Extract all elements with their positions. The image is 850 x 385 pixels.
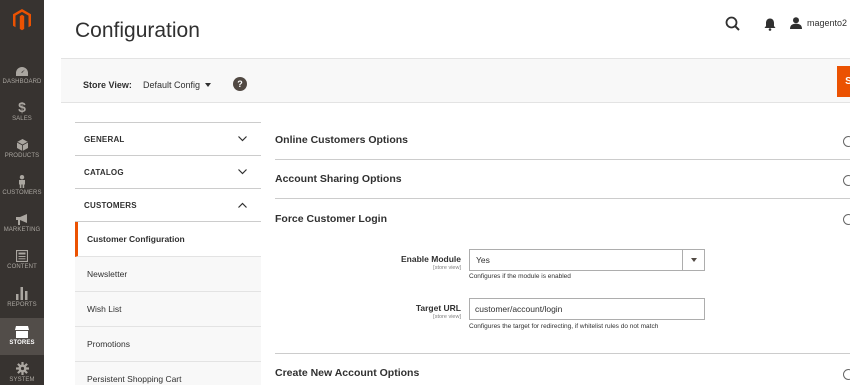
dollar-icon: $ bbox=[18, 99, 26, 115]
bell-icon bbox=[764, 18, 776, 31]
nav-customers[interactable]: CUSTOMERS bbox=[0, 168, 44, 205]
tab-item-persistent-shopping-cart[interactable]: Persistent Shopping Cart bbox=[75, 362, 261, 385]
magento-logo[interactable] bbox=[0, 0, 44, 40]
username: magento2 bbox=[807, 18, 848, 28]
user-icon bbox=[790, 17, 802, 29]
store-view-label: Store View: bbox=[83, 80, 132, 90]
enable-module-select[interactable]: Yes bbox=[469, 249, 705, 271]
nav-stores[interactable]: STORES bbox=[0, 318, 44, 355]
target-url-label: Target URL bbox=[415, 303, 461, 313]
magento-logo-icon bbox=[13, 9, 31, 31]
gear-icon bbox=[15, 357, 29, 375]
save-config-button[interactable]: Save Config bbox=[837, 66, 850, 97]
enable-module-scope: [store view] bbox=[433, 265, 461, 271]
person-icon bbox=[18, 170, 26, 188]
collapse-toggle-icon bbox=[843, 175, 850, 186]
enable-module-label: Enable Module bbox=[401, 254, 461, 264]
store-view-bar: Store View: Default Config ? Save Config bbox=[61, 58, 850, 103]
tab-customers[interactable]: CUSTOMERS bbox=[75, 188, 261, 222]
target-url-input[interactable]: customer/account/login bbox=[469, 298, 705, 320]
search-button[interactable] bbox=[724, 15, 742, 33]
section-online-customers[interactable]: Online Customers Options bbox=[275, 121, 850, 160]
nav-dashboard[interactable]: DASHBOARD bbox=[0, 57, 44, 94]
collapse-toggle-icon bbox=[843, 214, 850, 225]
select-arrow bbox=[682, 250, 704, 270]
collapse-toggle-icon bbox=[843, 136, 850, 147]
nav-products[interactable]: PRODUCTS bbox=[0, 131, 44, 168]
search-icon bbox=[725, 16, 740, 31]
admin-page: DASHBOARD $ SALES PRODUCTS CUSTOMERS MAR… bbox=[0, 0, 850, 385]
tab-item-promotions[interactable]: Promotions bbox=[75, 327, 261, 362]
collapse-toggle-icon bbox=[843, 369, 850, 380]
tab-catalog[interactable]: CATALOG bbox=[75, 155, 261, 188]
caret-down-icon bbox=[690, 258, 697, 262]
cube-icon bbox=[16, 133, 28, 151]
nav-marketing[interactable]: MARKETING bbox=[0, 205, 44, 242]
nav-reports[interactable]: REPORTS bbox=[0, 280, 44, 317]
caret-down-icon bbox=[205, 83, 212, 87]
section-force-customer-login[interactable]: Force Customer Login bbox=[275, 199, 850, 238]
nav-system[interactable]: SYSTEM bbox=[0, 355, 44, 385]
help-icon[interactable]: ? bbox=[233, 77, 247, 91]
store-view-value: Default Config bbox=[143, 80, 201, 90]
tab-item-wish-list[interactable]: Wish List bbox=[75, 292, 261, 327]
page-title: Configuration bbox=[75, 19, 200, 42]
section-account-sharing[interactable]: Account Sharing Options bbox=[275, 160, 850, 199]
target-url-scope: [store view] bbox=[433, 314, 461, 320]
chevron-up-icon bbox=[238, 202, 247, 208]
dashboard-icon bbox=[16, 59, 28, 77]
tab-general[interactable]: GENERAL bbox=[75, 122, 261, 155]
enable-module-note: Configures if the module is enabled bbox=[469, 273, 571, 280]
admin-sidebar: DASHBOARD $ SALES PRODUCTS CUSTOMERS MAR… bbox=[0, 0, 44, 385]
config-tabs: GENERAL CATALOG CUSTOMERS Customer Confi… bbox=[75, 122, 261, 385]
store-view-switcher[interactable]: Default Config bbox=[143, 80, 212, 90]
nav-content[interactable]: CONTENT bbox=[0, 242, 44, 279]
tab-item-newsletter[interactable]: Newsletter bbox=[75, 257, 261, 292]
user-account-button[interactable]: magento2 bbox=[790, 17, 847, 29]
section-create-new-account[interactable]: Create New Account Options bbox=[275, 354, 850, 385]
target-url-note: Configures the target for redirecting, i… bbox=[469, 323, 659, 330]
chevron-down-icon bbox=[238, 169, 247, 175]
store-icon bbox=[15, 320, 29, 338]
bar-chart-icon bbox=[16, 282, 28, 300]
megaphone-icon bbox=[15, 207, 29, 225]
chevron-down-icon bbox=[238, 136, 247, 142]
nav-sales[interactable]: $ SALES bbox=[0, 94, 44, 131]
notifications-button[interactable] bbox=[763, 16, 777, 32]
layout-icon bbox=[16, 244, 28, 262]
tab-item-customer-configuration[interactable]: Customer Configuration bbox=[75, 222, 261, 257]
